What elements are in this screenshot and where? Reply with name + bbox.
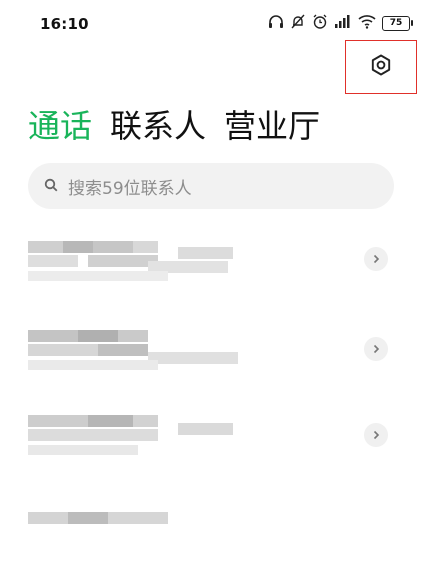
- contact-list: [0, 225, 440, 565]
- pixelated-name: [28, 407, 248, 467]
- battery-indicator: 75: [382, 16, 413, 31]
- search-placeholder: 搜索59位联系人: [68, 178, 192, 199]
- chevron-right-icon[interactable]: [364, 423, 388, 447]
- headphones-icon: [268, 14, 284, 33]
- tab-bar: 通话 联系人 营业厅: [28, 104, 320, 148]
- tab-contacts[interactable]: 联系人: [110, 104, 206, 148]
- signal-hd-icon: [334, 14, 352, 33]
- pixelated-name: [28, 237, 248, 297]
- list-item[interactable]: [0, 395, 440, 480]
- list-item[interactable]: [0, 225, 440, 310]
- chevron-right-icon[interactable]: [364, 247, 388, 271]
- mute-notification-icon: [290, 14, 306, 33]
- tab-service-hall[interactable]: 营业厅: [224, 104, 320, 148]
- pixelated-name: [28, 492, 248, 552]
- tab-calls[interactable]: 通话: [28, 104, 92, 148]
- pixelated-name: [28, 322, 248, 382]
- status-icons: 75: [268, 14, 413, 33]
- alarm-icon: [312, 14, 328, 33]
- wifi-icon: [358, 14, 376, 33]
- gear-icon: [369, 53, 393, 81]
- settings-button[interactable]: [345, 40, 417, 94]
- chevron-right-icon[interactable]: [364, 337, 388, 361]
- list-item[interactable]: [0, 310, 440, 395]
- search-icon: [44, 177, 58, 196]
- search-input[interactable]: 搜索59位联系人: [28, 163, 394, 209]
- status-time: 16:10: [40, 15, 89, 33]
